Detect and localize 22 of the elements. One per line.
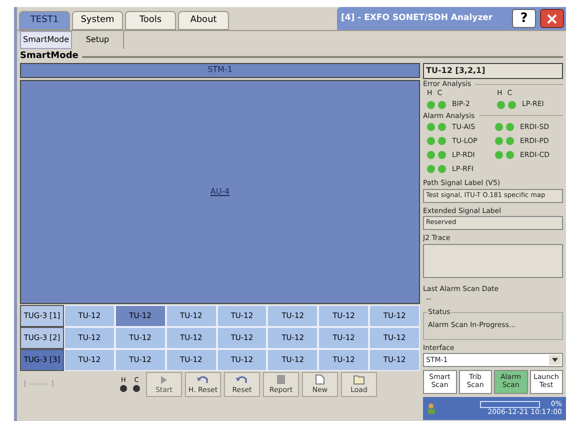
- close-icon: [547, 14, 557, 24]
- tab[interactable]: About: [178, 11, 229, 30]
- au-link[interactable]: AU-4: [210, 186, 230, 198]
- subtab[interactable]: SmartMode: [20, 31, 72, 49]
- tab[interactable]: Tools: [125, 11, 176, 30]
- page-icon: [315, 374, 325, 385]
- section-title: SmartMode: [20, 50, 78, 64]
- play-icon: [160, 375, 168, 385]
- help-button[interactable]: ?: [512, 9, 536, 28]
- user-icon: [427, 402, 437, 414]
- stm-bar[interactable]: STM-1: [20, 63, 420, 78]
- tab[interactable]: TEST1: [19, 11, 70, 30]
- close-button[interactable]: [540, 9, 564, 28]
- dropdown-arrow-icon: [549, 355, 561, 365]
- au-area[interactable]: AU-4: [20, 80, 420, 304]
- window-title: [4] - EXFO SONET/SDH Analyzer: [341, 12, 494, 25]
- tab[interactable]: System: [72, 11, 123, 30]
- folder-icon: [352, 374, 366, 385]
- subtab[interactable]: Setup: [72, 31, 124, 49]
- undo-icon: [197, 375, 209, 385]
- panel-title: TU-12 [3,2,1]: [423, 63, 563, 79]
- undo-icon: [236, 375, 248, 385]
